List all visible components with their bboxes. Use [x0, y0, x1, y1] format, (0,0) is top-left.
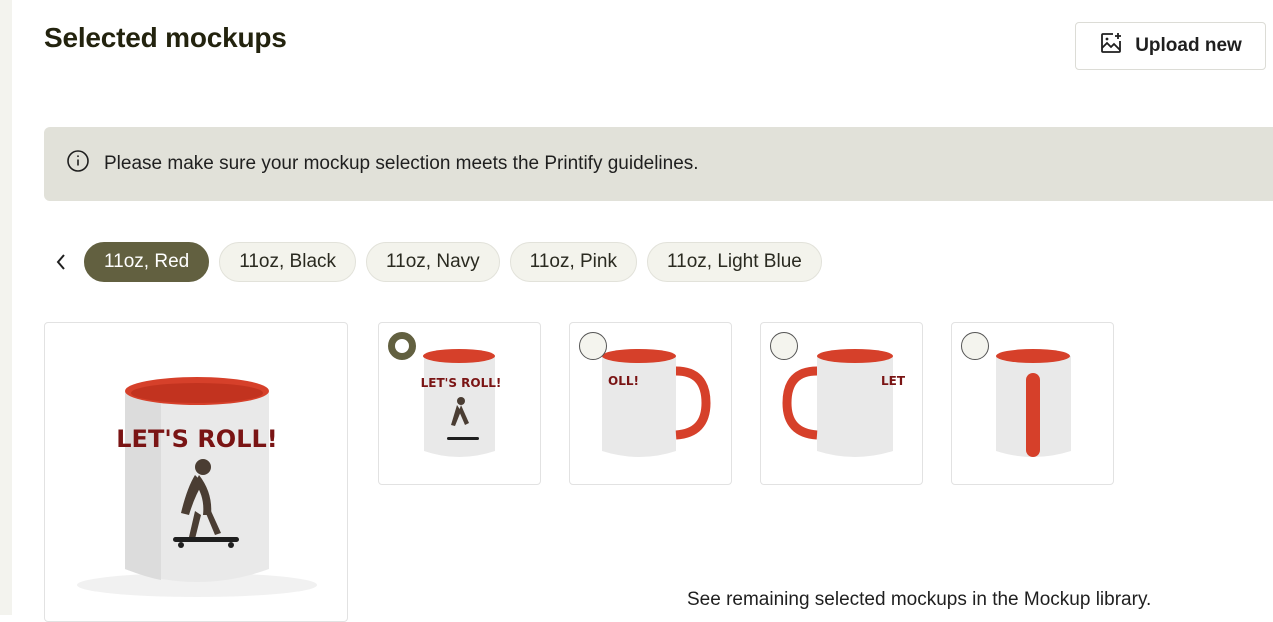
chevron-left-icon[interactable]: [50, 242, 72, 282]
mockup-select-radio[interactable]: [388, 332, 416, 360]
mug-preview-image: LET'S ROLL!: [77, 377, 317, 597]
variant-chip-black[interactable]: 11oz, Black: [219, 242, 357, 282]
variant-chip-row: 11oz, Red 11oz, Black 11oz, Navy 11oz, P…: [50, 242, 832, 282]
upload-new-label: Upload new: [1135, 35, 1242, 56]
svg-text:LET: LET: [881, 374, 906, 388]
banner-text: Please make sure your mockup selection m…: [104, 153, 699, 174]
variant-chip-navy[interactable]: 11oz, Navy: [366, 242, 500, 282]
mug-print-text: LET'S ROLL!: [116, 425, 277, 453]
variant-chip-light-blue[interactable]: 11oz, Light Blue: [646, 242, 822, 282]
variant-chip-pink[interactable]: 11oz, Pink: [509, 242, 637, 282]
mockup-thumbnail-right-handle[interactable]: OLL!: [569, 322, 732, 485]
mockup-select-radio[interactable]: [770, 332, 798, 360]
info-icon: [66, 149, 90, 179]
upload-new-button[interactable]: Upload new: [1075, 22, 1266, 70]
mockup-select-radio[interactable]: [961, 332, 989, 360]
mockup-select-radio[interactable]: [579, 332, 607, 360]
mockup-thumbnail-front[interactable]: LET'S ROLL!: [378, 322, 541, 485]
mockup-thumbnail-back-handle[interactable]: [951, 322, 1114, 485]
page-title: Selected mockups: [44, 22, 287, 53]
mug-print-text: LET'S ROLL!: [421, 376, 502, 390]
mockup-preview: LET'S ROLL!: [44, 322, 348, 622]
guidelines-banner: Please make sure your mockup selection m…: [44, 127, 1273, 201]
mockup-library-note: See remaining selected mockups in the Mo…: [687, 589, 1152, 610]
mockup-thumbnail-left-handle[interactable]: LET: [760, 322, 923, 485]
variant-chip-red[interactable]: 11oz, Red: [84, 242, 210, 282]
left-sidebar-edge: [0, 0, 12, 615]
image-add-icon: [1099, 31, 1123, 61]
svg-text:OLL!: OLL!: [608, 374, 639, 388]
